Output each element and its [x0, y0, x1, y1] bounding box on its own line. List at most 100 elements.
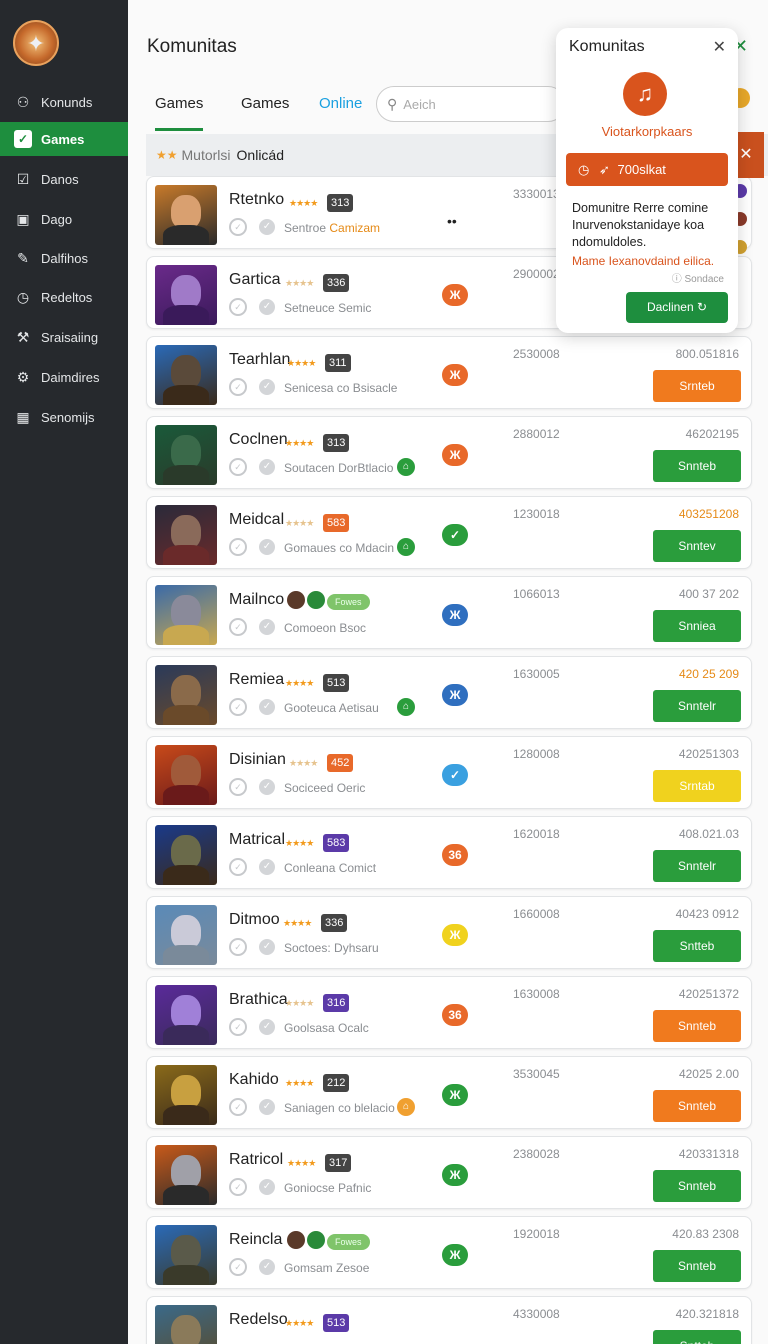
- game-thumbnail[interactable]: [155, 345, 217, 405]
- row-action-button[interactable]: Snnteb: [653, 1170, 741, 1202]
- game-thumbnail[interactable]: [155, 505, 217, 565]
- game-thumbnail[interactable]: [155, 905, 217, 965]
- game-name[interactable]: Remiea: [229, 671, 284, 689]
- table-row[interactable]: Redelso★★★★ 513 4330008 420.321818 Sntteb: [146, 1296, 752, 1344]
- close-icon[interactable]: ✕: [713, 37, 726, 57]
- lock-icon: ⌂: [397, 698, 415, 716]
- level-badge: 313: [327, 194, 354, 212]
- tab-games[interactable]: Games: [155, 95, 204, 131]
- table-row[interactable]: Reincla Fowes ✓ ✓ Gomsam Zesoe Ж 1920018 420.83…: [146, 1216, 752, 1289]
- status-icon[interactable]: Ж: [442, 924, 468, 946]
- status-icon[interactable]: Ж: [442, 284, 468, 306]
- game-name[interactable]: Gartica: [229, 271, 281, 289]
- sidebar-item-1[interactable]: ✓ Games: [0, 122, 128, 156]
- app-logo[interactable]: ✦: [13, 20, 59, 66]
- game-thumbnail[interactable]: [155, 745, 217, 805]
- game-name[interactable]: Ditmoo: [229, 911, 280, 929]
- status-icon[interactable]: Ж: [442, 364, 468, 386]
- game-name[interactable]: Redelso: [229, 1311, 288, 1329]
- table-row[interactable]: Remiea ★★★★ 513 ✓ ✓ Gooteuca Aetisau ⌂ Ж 1630005…: [146, 656, 752, 729]
- game-name[interactable]: Mailnco: [229, 591, 284, 609]
- tab-online[interactable]: Online: [319, 95, 362, 131]
- row-action-button[interactable]: Snnteb: [653, 1090, 741, 1122]
- sidebar-item-7[interactable]: ⚙ Daimdires: [0, 360, 128, 394]
- game-name[interactable]: Reincla: [229, 1231, 282, 1249]
- game-thumbnail[interactable]: [155, 425, 217, 485]
- table-row[interactable]: Ditmoo ★★★★ 336 ✓ ✓ Soctoes: Dyhsaru Ж 1660008 4…: [146, 896, 752, 969]
- bag-icon: ▣: [16, 210, 30, 227]
- game-thumbnail[interactable]: [155, 185, 217, 245]
- row-action-button[interactable]: Snniea: [653, 610, 741, 642]
- tab-games-2[interactable]: Games: [241, 95, 289, 131]
- sidebar-item-8[interactable]: ▦ Senomijs: [0, 400, 128, 434]
- status-icon[interactable]: Ж: [442, 684, 468, 706]
- status-icon[interactable]: 36: [442, 844, 468, 866]
- row-action-button[interactable]: Snnteb: [653, 1010, 741, 1042]
- game-name[interactable]: Ratricol: [229, 1151, 283, 1169]
- row-action-button[interactable]: Snntelr: [653, 690, 741, 722]
- table-row[interactable]: Disinian ★★★★ 452 ✓ ✓ Sociceed Oeric ✓ 1280008 4…: [146, 736, 752, 809]
- game-name[interactable]: Disinian: [229, 751, 286, 769]
- game-name[interactable]: Tearhlan: [229, 351, 290, 369]
- status-icon[interactable]: Ж: [442, 604, 468, 626]
- table-row[interactable]: Tearhlan ★★★★ 311 ✓ ✓ Senicesa co Bsisacle Ж 25…: [146, 336, 752, 409]
- table-row[interactable]: Coclnen ★★★★ 313 ✓ ✓ Soutacen DorBtlacio ⌂ Ж 288…: [146, 416, 752, 489]
- game-thumbnail[interactable]: [155, 265, 217, 325]
- status-icon[interactable]: Ж: [442, 444, 468, 466]
- game-thumbnail[interactable]: [155, 1145, 217, 1205]
- sidebar-item-3[interactable]: ▣ Dago: [0, 202, 128, 236]
- popup-cta-button[interactable]: ◷ ➶ 700slkat: [566, 153, 728, 186]
- row-action-button[interactable]: Snnteb: [653, 450, 741, 482]
- table-row[interactable]: Brathica ★★★★ 316 ✓ ✓ Goolsasa Ocalc 36 1630008…: [146, 976, 752, 1049]
- row-action-button[interactable]: Snntev: [653, 530, 741, 562]
- status-icon[interactable]: Ж: [442, 1084, 468, 1106]
- game-thumbnail[interactable]: [155, 585, 217, 645]
- game-thumbnail[interactable]: [155, 1225, 217, 1285]
- clock-icon: ✓: [229, 858, 247, 876]
- search-input[interactable]: ⚲ Aeich: [376, 86, 566, 122]
- table-row[interactable]: Kahido ★★★★ 212 ✓ ✓ Saniagen co blelacio ⌂ Ж 353…: [146, 1056, 752, 1129]
- row-meta: Gooteuca Aetisau: [284, 701, 379, 715]
- game-name[interactable]: Meidcal: [229, 511, 284, 529]
- sidebar-item-4[interactable]: ✎ Dalfihos: [0, 241, 128, 275]
- sidebar-item-0[interactable]: ⚇ Konunds: [0, 85, 128, 119]
- row-action-button[interactable]: Srnteb: [653, 370, 741, 402]
- level-badge: 212: [323, 1074, 350, 1092]
- status-icon[interactable]: 36: [442, 1004, 468, 1026]
- status-icon[interactable]: ✓: [442, 764, 468, 786]
- game-thumbnail[interactable]: [155, 1305, 217, 1344]
- table-row[interactable]: Matrical ★★★★ 583 ✓ ✓ Conleana Comict 36 162001…: [146, 816, 752, 889]
- game-name[interactable]: Kahido: [229, 1071, 279, 1089]
- game-thumbnail[interactable]: [155, 985, 217, 1045]
- row-action-button[interactable]: Snnteb: [653, 1250, 741, 1282]
- game-name[interactable]: Brathica: [229, 991, 288, 1009]
- game-name[interactable]: Matrical: [229, 831, 285, 849]
- table-row[interactable]: Mailnco Fowes ✓ ✓ Comoeon Bsoc Ж 1066013 400 37…: [146, 576, 752, 649]
- game-name[interactable]: Coclnen: [229, 431, 288, 449]
- popup-link[interactable]: Mame Iexanovdaind eilica.: [572, 254, 714, 268]
- sidebar-item-6[interactable]: ⚒ Sraisaiing: [0, 320, 128, 354]
- row-action-button[interactable]: Srntab: [653, 770, 741, 802]
- level-badge: 336: [321, 914, 348, 932]
- game-thumbnail[interactable]: [155, 825, 217, 885]
- row-date: 420.321818: [675, 1307, 739, 1321]
- sidebar-item-2[interactable]: ☑ Danos: [0, 162, 128, 196]
- row-date: 46202195: [685, 427, 739, 441]
- clock-icon: ✓: [229, 218, 247, 236]
- sidebar-item-5[interactable]: ◷ Redeltos: [0, 280, 128, 314]
- more-icon[interactable]: ••: [447, 213, 457, 229]
- popup-body: Domunitre Rerre comine Inurvenokstaniday…: [572, 201, 709, 249]
- rating-stars-icon: ★★★★: [285, 1078, 314, 1088]
- popup-confirm-button[interactable]: Daclinen ↻: [626, 292, 728, 323]
- table-row[interactable]: Meidcal ★★★★ 583 ✓ ✓ Gomaues co Mdacin ⌂ ✓ 12300…: [146, 496, 752, 569]
- status-icon[interactable]: ✓: [442, 524, 468, 546]
- row-action-button[interactable]: Snntelr: [653, 850, 741, 882]
- status-icon[interactable]: Ж: [442, 1164, 468, 1186]
- game-thumbnail[interactable]: [155, 1065, 217, 1125]
- game-thumbnail[interactable]: [155, 665, 217, 725]
- row-action-button[interactable]: Sntteb: [653, 930, 741, 962]
- table-row[interactable]: Ratricol ★★★★ 317 ✓ ✓ Goniocse Pafnic Ж 2380028…: [146, 1136, 752, 1209]
- row-action-button[interactable]: Sntteb: [653, 1330, 741, 1344]
- status-icon[interactable]: Ж: [442, 1244, 468, 1266]
- game-name[interactable]: Rtetnko: [229, 191, 284, 209]
